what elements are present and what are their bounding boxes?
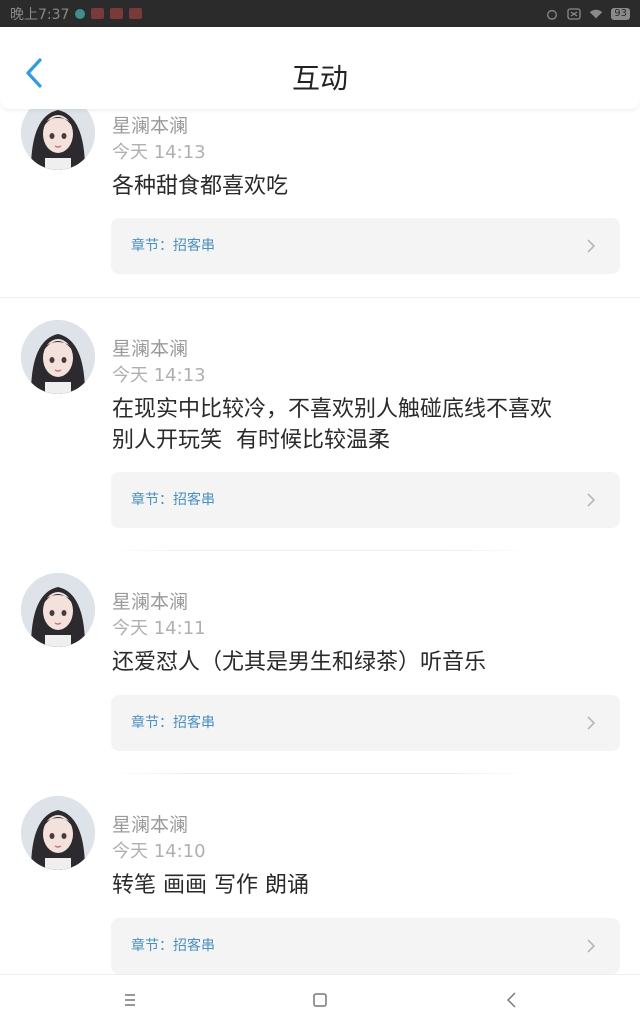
status-time: 晚上7:37 [10, 6, 70, 23]
notification-app-icon [75, 8, 86, 19]
wifi-icon [590, 9, 603, 18]
chevron-right-icon [587, 716, 596, 730]
menu-icon[interactable] [119, 989, 141, 1011]
avatar[interactable] [21, 320, 95, 394]
chevron-right-icon [587, 493, 596, 507]
comment-time: 今天 14:13 [112, 365, 206, 386]
alarm-icon [547, 9, 558, 20]
comment-item: 星澜本澜 今天 14:11 还爱怼人（尤其是男生和绿茶）听音乐 章节：招客串 [0, 551, 640, 773]
comment-time: 今天 14:13 [112, 142, 206, 163]
home-square-icon[interactable] [309, 989, 331, 1011]
chapter-label: 章节：招客串 [131, 715, 215, 731]
comment-text-line: 在现实中比较冷，不喜欢别人触碰底线不喜欢 [112, 397, 553, 422]
chapter-link-card[interactable]: 章节：招客串 [111, 918, 620, 974]
chapter-label: 章节：招客串 [131, 492, 215, 508]
avatar-image [21, 320, 95, 394]
back-triangle-icon[interactable] [501, 989, 523, 1011]
username: 星澜本澜 [112, 338, 189, 360]
notification-message-icon [129, 8, 143, 19]
comment-item: 星澜本澜 今天 14:13 在现实中比较冷，不喜欢别人触碰底线不喜欢 别人开玩笑… [0, 298, 640, 550]
username: 星澜本澜 [112, 115, 189, 137]
avatar-image [21, 573, 95, 647]
comment-text: 转笔 画画 写作 朗诵 [112, 873, 309, 898]
avatar[interactable] [21, 796, 95, 870]
chapter-label: 章节：招客串 [131, 938, 215, 954]
notification-message-icon [91, 8, 105, 19]
status-bar: 晚上7:37 93 [0, 0, 640, 27]
sim-blocked-icon [567, 7, 581, 20]
chapter-label: 章节：招客串 [131, 238, 215, 254]
avatar-image [21, 796, 95, 870]
chapter-link-card[interactable]: 章节：招客串 [111, 472, 620, 528]
comment-text: 还爱怼人（尤其是男生和绿茶）听音乐 [112, 650, 487, 675]
chevron-right-icon [587, 239, 596, 253]
username: 星澜本澜 [112, 814, 189, 836]
comment-time: 今天 14:11 [112, 618, 206, 639]
header-bar: 互动 [0, 27, 640, 109]
chevron-right-icon [587, 939, 596, 953]
username: 星澜本澜 [112, 591, 189, 613]
chapter-link-card[interactable]: 章节：招客串 [111, 218, 620, 274]
comment-text-line: 别人开玩笑 有时候比较温柔 [112, 428, 390, 453]
chapter-link-card[interactable]: 章节：招客串 [111, 695, 620, 751]
comment-item: 星澜本澜 今天 14:10 转笔 画画 写作 朗诵 章节：招客串 [0, 774, 640, 974]
comment-item: 星澜本澜 今天 14:13 各种甜食都喜欢吃 章节：招客串 [0, 109, 640, 297]
comment-time: 今天 14:10 [112, 841, 206, 862]
notification-message-icon [110, 8, 124, 19]
comment-text: 各种甜食都喜欢吃 [112, 174, 289, 199]
battery-indicator: 93 [611, 7, 630, 20]
comment-list: 星澜本澜 今天 14:13 各种甜食都喜欢吃 章节：招客串 星澜本澜 今天 14… [0, 109, 640, 974]
avatar[interactable] [21, 109, 95, 170]
system-nav-bar [0, 974, 640, 1024]
avatar[interactable] [21, 573, 95, 647]
comment-text: 在现实中比较冷，不喜欢别人触碰底线不喜欢 别人开玩笑 有时候比较温柔 [112, 394, 624, 456]
page-title: 互动 [291, 62, 348, 95]
avatar-image [21, 109, 95, 170]
